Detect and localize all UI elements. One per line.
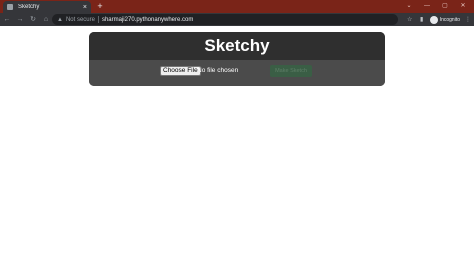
forward-arrow-icon[interactable]: →	[14, 14, 26, 26]
reload-icon[interactable]: ↻	[27, 14, 39, 26]
back-arrow-icon[interactable]: ←	[1, 14, 13, 26]
tab-search-icon[interactable]: ⌄	[400, 0, 418, 12]
tab-title: Sketchy	[18, 4, 40, 10]
home-icon[interactable]: ⌂	[40, 14, 52, 26]
address-divider	[97, 16, 99, 23]
tab-strip: Sketchy × + ⌄ — ▢ ✕	[0, 0, 474, 13]
card-header: Sketchy	[89, 32, 385, 60]
address-bar[interactable]: ▲ Not secure sharmaji270.pythonanywhere.…	[52, 14, 398, 25]
upload-form: Choose File No file chosen Make Sketch	[89, 60, 385, 86]
sketchy-card: Sketchy Choose File No file chosen Make …	[89, 32, 385, 86]
incognito-label: Incognito	[439, 16, 460, 23]
incognito-profile-button[interactable]: Incognito	[429, 15, 460, 24]
make-sketch-button[interactable]: Make Sketch	[270, 65, 312, 77]
favicon-icon	[7, 4, 13, 10]
tab-sketchy[interactable]: Sketchy ×	[3, 1, 91, 13]
bookmark-star-icon[interactable]: ☆	[404, 14, 416, 26]
window-controls: ⌄ — ▢ ✕	[400, 0, 472, 12]
security-label[interactable]: Not secure	[66, 17, 95, 23]
menu-icon[interactable]: ⋮	[462, 14, 474, 26]
side-panel-icon[interactable]: ▮	[416, 14, 428, 26]
choose-file-button[interactable]: Choose File	[160, 66, 201, 76]
maximize-button[interactable]: ▢	[436, 0, 454, 12]
file-status-text: No file chosen	[197, 67, 239, 74]
incognito-icon	[429, 15, 438, 24]
minimize-button[interactable]: —	[418, 0, 436, 12]
page-title: Sketchy	[204, 36, 270, 55]
new-tab-button[interactable]: +	[95, 1, 105, 12]
url-text[interactable]: sharmaji270.pythonanywhere.com	[102, 17, 193, 23]
close-tab-icon[interactable]: ×	[83, 4, 87, 11]
close-window-button[interactable]: ✕	[454, 0, 472, 12]
browser-toolbar: ← → ↻ ⌂ ▲ Not secure sharmaji270.pythona…	[0, 13, 474, 26]
toolbar-actions: ☆ ▮ Incognito ⋮	[404, 13, 474, 26]
warning-icon[interactable]: ▲	[57, 17, 63, 23]
